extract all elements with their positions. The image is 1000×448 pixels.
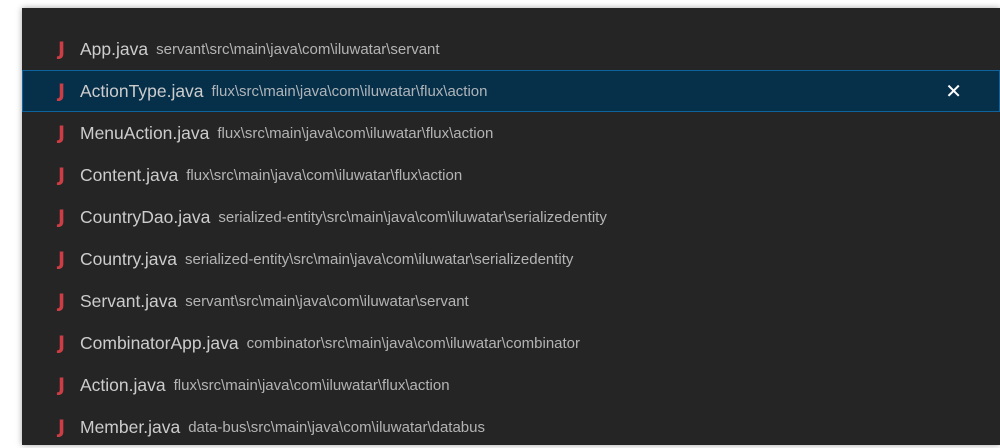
file-name: Action.java xyxy=(80,374,166,395)
list-item-1[interactable]: J ActionType.java flux\src\main\java\com… xyxy=(22,70,1000,112)
file-path: serialized-entity\src\main\java\com\iluw… xyxy=(184,250,574,268)
file-name: Country.java xyxy=(80,248,177,269)
file-path: servant\src\main\java\com\iluwatar\serva… xyxy=(156,40,440,58)
java-file-icon: J xyxy=(58,248,66,270)
file-name: Member.java xyxy=(80,416,181,437)
list-item-9[interactable]: J Member.java data-bus\src\main\java\com… xyxy=(22,406,1000,448)
file-name: ActionType.java xyxy=(80,80,204,101)
file-path: flux\src\main\java\com\iluwatar\flux\act… xyxy=(186,166,463,184)
list-item-4[interactable]: J CountryDao.java serialized-entity\src\… xyxy=(22,196,1000,238)
java-file-icon: J xyxy=(58,80,66,102)
java-file-icon: J xyxy=(58,374,66,396)
java-file-icon: J xyxy=(58,164,66,186)
java-file-icon: J xyxy=(58,416,66,438)
java-file-icon: J xyxy=(58,290,66,312)
file-name: CountryDao.java xyxy=(80,206,211,227)
file-path: serialized-entity\src\main\java\com\iluw… xyxy=(218,208,607,226)
file-path: data-bus\src\main\java\com\iluwatar\data… xyxy=(188,418,485,436)
list-item-7[interactable]: J CombinatorApp.java combinator\src\main… xyxy=(22,322,1000,364)
file-result-list: J App.java servant\src\main\java\com\ilu… xyxy=(22,28,1000,448)
java-file-icon: J xyxy=(58,38,66,60)
file-name: App.java xyxy=(80,38,149,59)
list-item-0[interactable]: J App.java servant\src\main\java\com\ilu… xyxy=(22,28,1000,70)
file-name: CombinatorApp.java xyxy=(80,332,239,353)
close-icon[interactable]: ✕ xyxy=(945,79,962,103)
file-name: Content.java xyxy=(80,164,179,185)
file-path: combinator\src\main\java\com\iluwatar\co… xyxy=(246,334,581,352)
java-file-icon: J xyxy=(58,332,66,354)
list-item-6[interactable]: J Servant.java servant\src\main\java\com… xyxy=(22,280,1000,322)
list-item-5[interactable]: J Country.java serialized-entity\src\mai… xyxy=(22,238,1000,280)
list-item-8[interactable]: J Action.java flux\src\main\java\com\ilu… xyxy=(22,364,1000,406)
java-file-icon: J xyxy=(58,122,66,144)
list-item-2[interactable]: J MenuAction.java flux\src\main\java\com… xyxy=(22,112,1000,154)
list-item-3[interactable]: J Content.java flux\src\main\java\com\il… xyxy=(22,154,1000,196)
quick-open-panel: J App.java servant\src\main\java\com\ilu… xyxy=(22,8,1000,445)
file-path: flux\src\main\java\com\iluwatar\flux\act… xyxy=(211,82,488,100)
file-path: servant\src\main\java\com\iluwatar\serva… xyxy=(185,292,469,310)
file-path: flux\src\main\java\com\iluwatar\flux\act… xyxy=(217,124,494,142)
file-path: flux\src\main\java\com\iluwatar\flux\act… xyxy=(173,376,450,394)
file-name: Servant.java xyxy=(80,290,178,311)
file-name: MenuAction.java xyxy=(80,122,210,143)
java-file-icon: J xyxy=(58,206,66,228)
